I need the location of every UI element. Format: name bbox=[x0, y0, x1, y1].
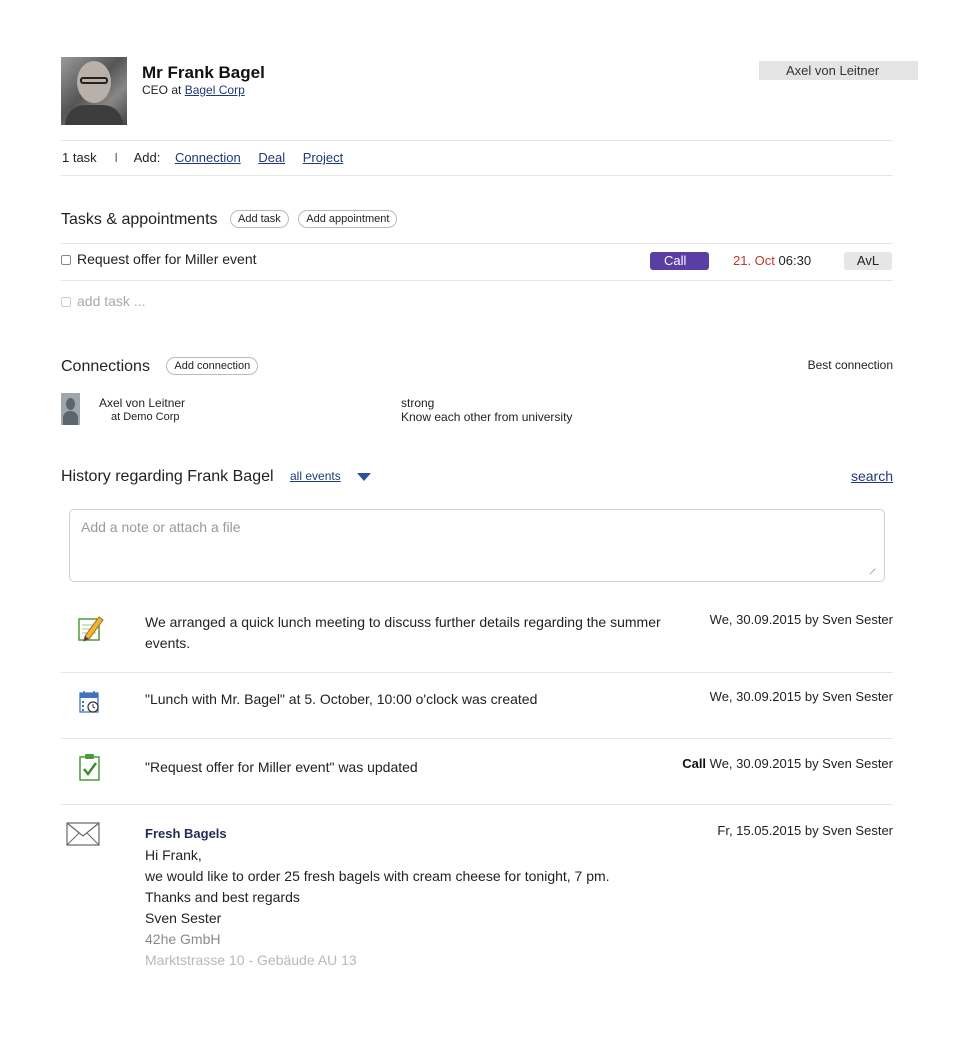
separator: I bbox=[114, 150, 118, 165]
task-assignee-badge[interactable]: AvL bbox=[844, 252, 892, 270]
mail-signature-line: Marktstrasse 10 - Gebäude AU 13 bbox=[145, 952, 357, 968]
tasks-section-header: Tasks & appointments Add task Add appoin… bbox=[61, 210, 398, 229]
event-filter-link[interactable]: all events bbox=[290, 469, 341, 483]
add-deal-link[interactable]: Deal bbox=[258, 150, 285, 165]
contact-name: Mr Frank Bagel bbox=[142, 63, 265, 82]
add-task-inline[interactable]: add task ... bbox=[61, 293, 145, 309]
add-connection-button[interactable]: Add connection bbox=[166, 357, 259, 375]
mail-line: Thanks and best regards bbox=[145, 889, 300, 905]
add-connection-link[interactable]: Connection bbox=[175, 150, 241, 165]
divider bbox=[61, 804, 893, 805]
task-label[interactable]: Request offer for Miller event bbox=[77, 251, 257, 267]
calendar-clock-icon bbox=[76, 688, 104, 716]
divider bbox=[61, 140, 893, 141]
task-due-time: 06:30 bbox=[778, 253, 812, 268]
history-search-link[interactable]: search bbox=[851, 468, 893, 484]
task-check-icon bbox=[76, 752, 104, 781]
company-link[interactable]: Bagel Corp bbox=[185, 83, 245, 97]
note-placeholder: Add a note or attach a file bbox=[81, 519, 241, 535]
note-input[interactable]: Add a note or attach a file bbox=[69, 509, 885, 582]
task-due-date: 21. Oct bbox=[733, 253, 775, 268]
add-project-link[interactable]: Project bbox=[303, 150, 343, 165]
add-appointment-button[interactable]: Add appointment bbox=[298, 210, 398, 228]
connection-name[interactable]: Axel von Leitner bbox=[99, 396, 185, 410]
add-task-placeholder: add task ... bbox=[77, 293, 146, 309]
add-task-button[interactable]: Add task bbox=[229, 210, 289, 228]
new-task-checkbox bbox=[61, 297, 71, 307]
event-meta: We, 30.09.2015 by Sven Sester bbox=[709, 612, 893, 627]
event-meta: We, 30.09.2015 by Sven Sester bbox=[709, 689, 893, 704]
event-text: "Request offer for Miller event" was upd… bbox=[145, 759, 418, 775]
event-meta: Fr, 15.05.2015 by Sven Sester bbox=[717, 823, 893, 838]
task-type-badge: Call bbox=[650, 252, 709, 270]
mail-signature-line: 42he GmbH bbox=[145, 931, 221, 947]
divider bbox=[61, 243, 893, 244]
mail-subject[interactable]: Fresh Bagels bbox=[145, 823, 745, 844]
connection-note: Know each other from university bbox=[401, 410, 573, 424]
add-bar: 1 task I Add: Connection Deal Project bbox=[61, 150, 357, 165]
task-count[interactable]: 1 task bbox=[62, 150, 97, 165]
mail-line: Hi Frank, bbox=[145, 847, 202, 863]
divider bbox=[61, 672, 893, 673]
task-checkbox[interactable] bbox=[61, 255, 71, 265]
contact-avatar bbox=[61, 57, 127, 125]
connection-strength: strong bbox=[401, 396, 435, 410]
divider bbox=[61, 280, 893, 281]
divider bbox=[61, 738, 893, 739]
task-due[interactable]: 21. Oct 06:30 bbox=[733, 253, 811, 268]
event-type-tag: Call bbox=[682, 756, 707, 771]
chevron-down-icon[interactable] bbox=[357, 473, 372, 481]
history-section-header: History regarding Frank Bagel all events bbox=[61, 468, 372, 486]
mail-line: Sven Sester bbox=[145, 910, 222, 926]
event-meta: Call We, 30.09.2015 by Sven Sester bbox=[682, 756, 893, 771]
mail-line: we would like to order 25 fresh bagels w… bbox=[145, 868, 610, 884]
resize-handle-icon[interactable] bbox=[864, 563, 876, 575]
mail-body: Fresh Bagels Hi Frank, we would like to … bbox=[145, 823, 745, 971]
owner-badge[interactable]: Axel von Leitner bbox=[759, 61, 918, 80]
pencil-note-icon bbox=[76, 614, 104, 642]
event-text: "Lunch with Mr. Bagel" at 5. October, 10… bbox=[145, 691, 538, 707]
person-icon bbox=[61, 393, 80, 425]
best-connection-label: Best connection bbox=[807, 358, 893, 372]
envelope-icon bbox=[66, 822, 100, 850]
history-heading: History regarding Frank Bagel bbox=[61, 468, 274, 485]
contact-title: CEO at Bagel Corp bbox=[142, 83, 245, 97]
connections-section-header: Connections Add connection bbox=[61, 357, 259, 376]
connection-company: at Demo Corp bbox=[111, 411, 180, 423]
connections-heading: Connections bbox=[61, 358, 150, 375]
event-text: We arranged a quick lunch meeting to dis… bbox=[145, 614, 661, 651]
tasks-heading: Tasks & appointments bbox=[61, 211, 218, 228]
add-label: Add: bbox=[133, 150, 161, 165]
divider bbox=[61, 175, 893, 176]
